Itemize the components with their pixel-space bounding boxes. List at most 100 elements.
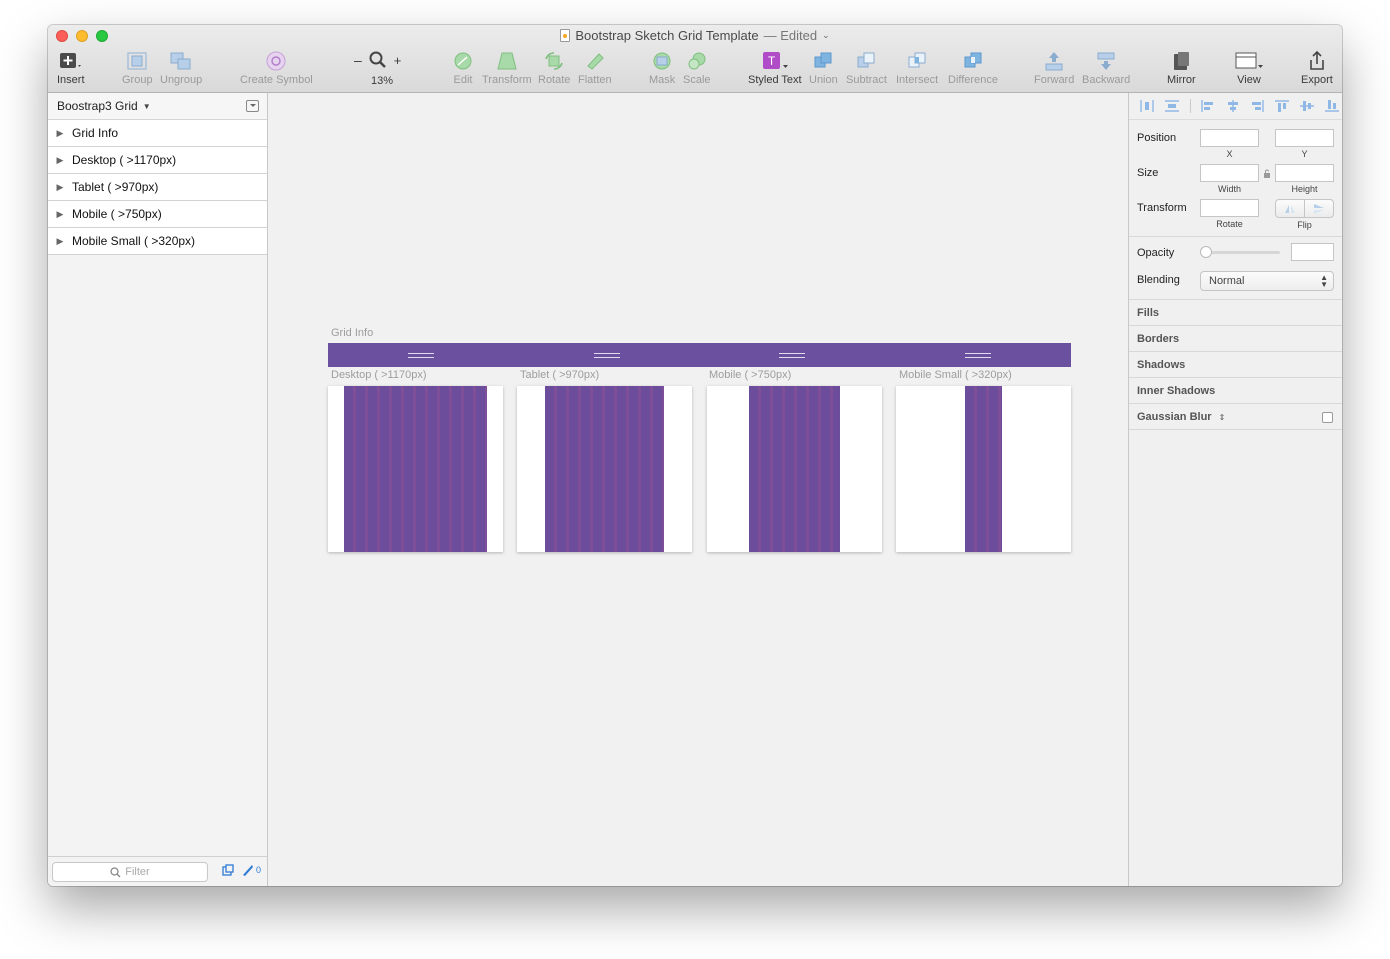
width-input[interactable] <box>1200 164 1259 182</box>
transform-button[interactable]: Transform <box>482 50 532 87</box>
rotate-input[interactable] <box>1200 199 1259 217</box>
flip-vertical-button[interactable] <box>1305 200 1333 217</box>
zoom-out-button[interactable]: – <box>354 52 362 68</box>
slices-filter-button[interactable]: 0 <box>242 864 261 876</box>
subtract-button[interactable]: Subtract <box>846 50 887 87</box>
ungroup-icon <box>170 52 191 70</box>
layer-item[interactable]: ▶ Grid Info <box>48 120 267 147</box>
position-y-input[interactable] <box>1275 129 1334 147</box>
opacity-slider-knob[interactable] <box>1200 246 1212 258</box>
group-button[interactable]: Group <box>122 50 153 87</box>
insert-button[interactable]: Insert <box>57 50 85 87</box>
height-input[interactable] <box>1275 164 1334 182</box>
styled-text-button[interactable]: T Styled Text <box>748 50 802 87</box>
artboard-title-desktop[interactable]: Desktop ( >1170px) <box>331 369 427 381</box>
artboard-title-grid-info[interactable]: Grid Info <box>331 327 373 339</box>
disclosure-triangle-icon[interactable]: ▶ <box>48 155 72 166</box>
layers-sidebar: Boostrap3 Grid ▼ ▶ Grid Info ▶ Desktop (… <box>48 93 268 886</box>
transform-label: Transform <box>1137 202 1187 214</box>
artboard-desktop[interactable] <box>328 386 503 552</box>
export-icon <box>1310 50 1324 70</box>
borders-section[interactable]: Borders <box>1137 333 1179 345</box>
gaussian-blur-checkbox[interactable] <box>1322 412 1333 423</box>
grid-info-artboard[interactable] <box>328 343 1071 367</box>
artboard-title-tablet[interactable]: Tablet ( >970px) <box>520 369 599 381</box>
difference-button[interactable]: Difference <box>948 50 998 87</box>
size-label: Size <box>1137 167 1159 179</box>
scale-icon <box>688 52 706 70</box>
align-top-icon[interactable] <box>1272 98 1293 114</box>
grid-info-text <box>593 352 620 358</box>
view-button[interactable]: View <box>1234 50 1264 87</box>
canvas[interactable]: Grid Info Desktop ( >1170px) Tablet ( >9… <box>268 93 1128 886</box>
forward-icon <box>1045 52 1063 71</box>
divider <box>1129 299 1342 300</box>
window-title[interactable]: Bootstrap Sketch Grid Template — Edited … <box>48 28 1342 43</box>
filter-placeholder: Filter <box>125 866 150 878</box>
gaussian-blur-section[interactable]: Gaussian Blur ⇕ <box>1137 411 1225 423</box>
artboard-mobile[interactable] <box>707 386 882 552</box>
artboard-title-mobile[interactable]: Mobile ( >750px) <box>709 369 791 381</box>
disclosure-triangle-icon[interactable]: ▶ <box>48 236 72 247</box>
edit-button[interactable]: Edit <box>452 50 474 87</box>
export-button[interactable]: Export <box>1301 50 1333 87</box>
layer-item[interactable]: ▶ Desktop ( >1170px) <box>48 147 267 174</box>
scale-label: Scale <box>683 74 711 86</box>
position-label: Position <box>1137 132 1177 144</box>
create-symbol-button[interactable]: Create Symbol <box>240 50 313 87</box>
disclosure-triangle-icon[interactable]: ▶ <box>48 209 72 220</box>
mask-button[interactable]: Mask <box>649 50 675 87</box>
artboard-title-mobile-small[interactable]: Mobile Small ( >320px) <box>899 369 1012 381</box>
zoom-level-label: 13% <box>371 75 394 87</box>
align-left-icon[interactable] <box>1197 98 1218 114</box>
zoom-level[interactable]: 13% <box>371 73 393 88</box>
union-button[interactable]: Union <box>809 50 838 87</box>
align-center-horizontal-icon[interactable] <box>1222 98 1243 114</box>
flip-horizontal-button[interactable] <box>1276 200 1305 217</box>
ungroup-button[interactable]: Ungroup <box>160 50 202 87</box>
align-right-icon[interactable] <box>1247 98 1268 114</box>
layer-filter-input[interactable]: Filter <box>52 862 208 882</box>
layer-item[interactable]: ▶ Mobile ( >750px) <box>48 201 267 228</box>
inner-shadows-section[interactable]: Inner Shadows <box>1137 385 1215 397</box>
height-label: Height <box>1291 184 1318 194</box>
fills-section[interactable]: Fills <box>1137 307 1159 319</box>
up-down-arrows-icon: ▲ ▼ <box>1320 273 1328 289</box>
lock-icon[interactable] <box>1263 169 1271 178</box>
blending-select[interactable]: Normal ▲ ▼ <box>1200 271 1334 291</box>
flatten-icon <box>587 53 604 70</box>
artboards-filter-icon[interactable] <box>222 864 234 876</box>
shadows-section[interactable]: Shadows <box>1137 359 1185 371</box>
layer-item[interactable]: ▶ Mobile Small ( >320px) <box>48 228 267 255</box>
align-bottom-icon[interactable] <box>1321 98 1342 114</box>
up-down-arrows-icon[interactable]: ⇕ <box>1219 413 1226 422</box>
rotate-button[interactable]: Rotate <box>538 50 570 87</box>
layer-label: Desktop ( >1170px) <box>72 153 177 167</box>
backward-button[interactable]: Backward <box>1082 50 1130 87</box>
search-icon <box>110 866 121 877</box>
position-x-input[interactable] <box>1200 129 1259 147</box>
intersect-icon <box>908 52 926 68</box>
mirror-button[interactable]: Mirror <box>1167 50 1196 87</box>
collapse-pages-button[interactable] <box>246 100 259 112</box>
divider <box>1129 403 1342 404</box>
distribute-vertical-icon[interactable] <box>1162 98 1183 114</box>
forward-button[interactable]: Forward <box>1034 50 1074 87</box>
disclosure-triangle-icon[interactable]: ▶ <box>48 182 72 193</box>
opacity-input[interactable] <box>1291 243 1334 261</box>
intersect-button[interactable]: Intersect <box>896 50 938 87</box>
scale-button[interactable]: Scale <box>683 50 711 87</box>
zoom-in-button[interactable]: + <box>394 53 402 68</box>
artboard-mobile-small[interactable] <box>896 386 1071 552</box>
grid-info-text <box>407 352 434 358</box>
align-middle-icon[interactable] <box>1296 98 1317 114</box>
distribute-horizontal-icon[interactable] <box>1137 98 1158 114</box>
disclosure-triangle-icon[interactable]: ▶ <box>48 128 72 139</box>
forward-label: Forward <box>1034 74 1075 86</box>
artboard-tablet[interactable] <box>517 386 692 552</box>
layer-item[interactable]: ▶ Tablet ( >970px) <box>48 174 267 201</box>
opacity-slider-track[interactable] <box>1204 251 1280 254</box>
insert-icon <box>59 53 81 68</box>
flatten-button[interactable]: Flatten <box>578 50 612 87</box>
page-selector[interactable]: Boostrap3 Grid ▼ <box>48 93 267 120</box>
